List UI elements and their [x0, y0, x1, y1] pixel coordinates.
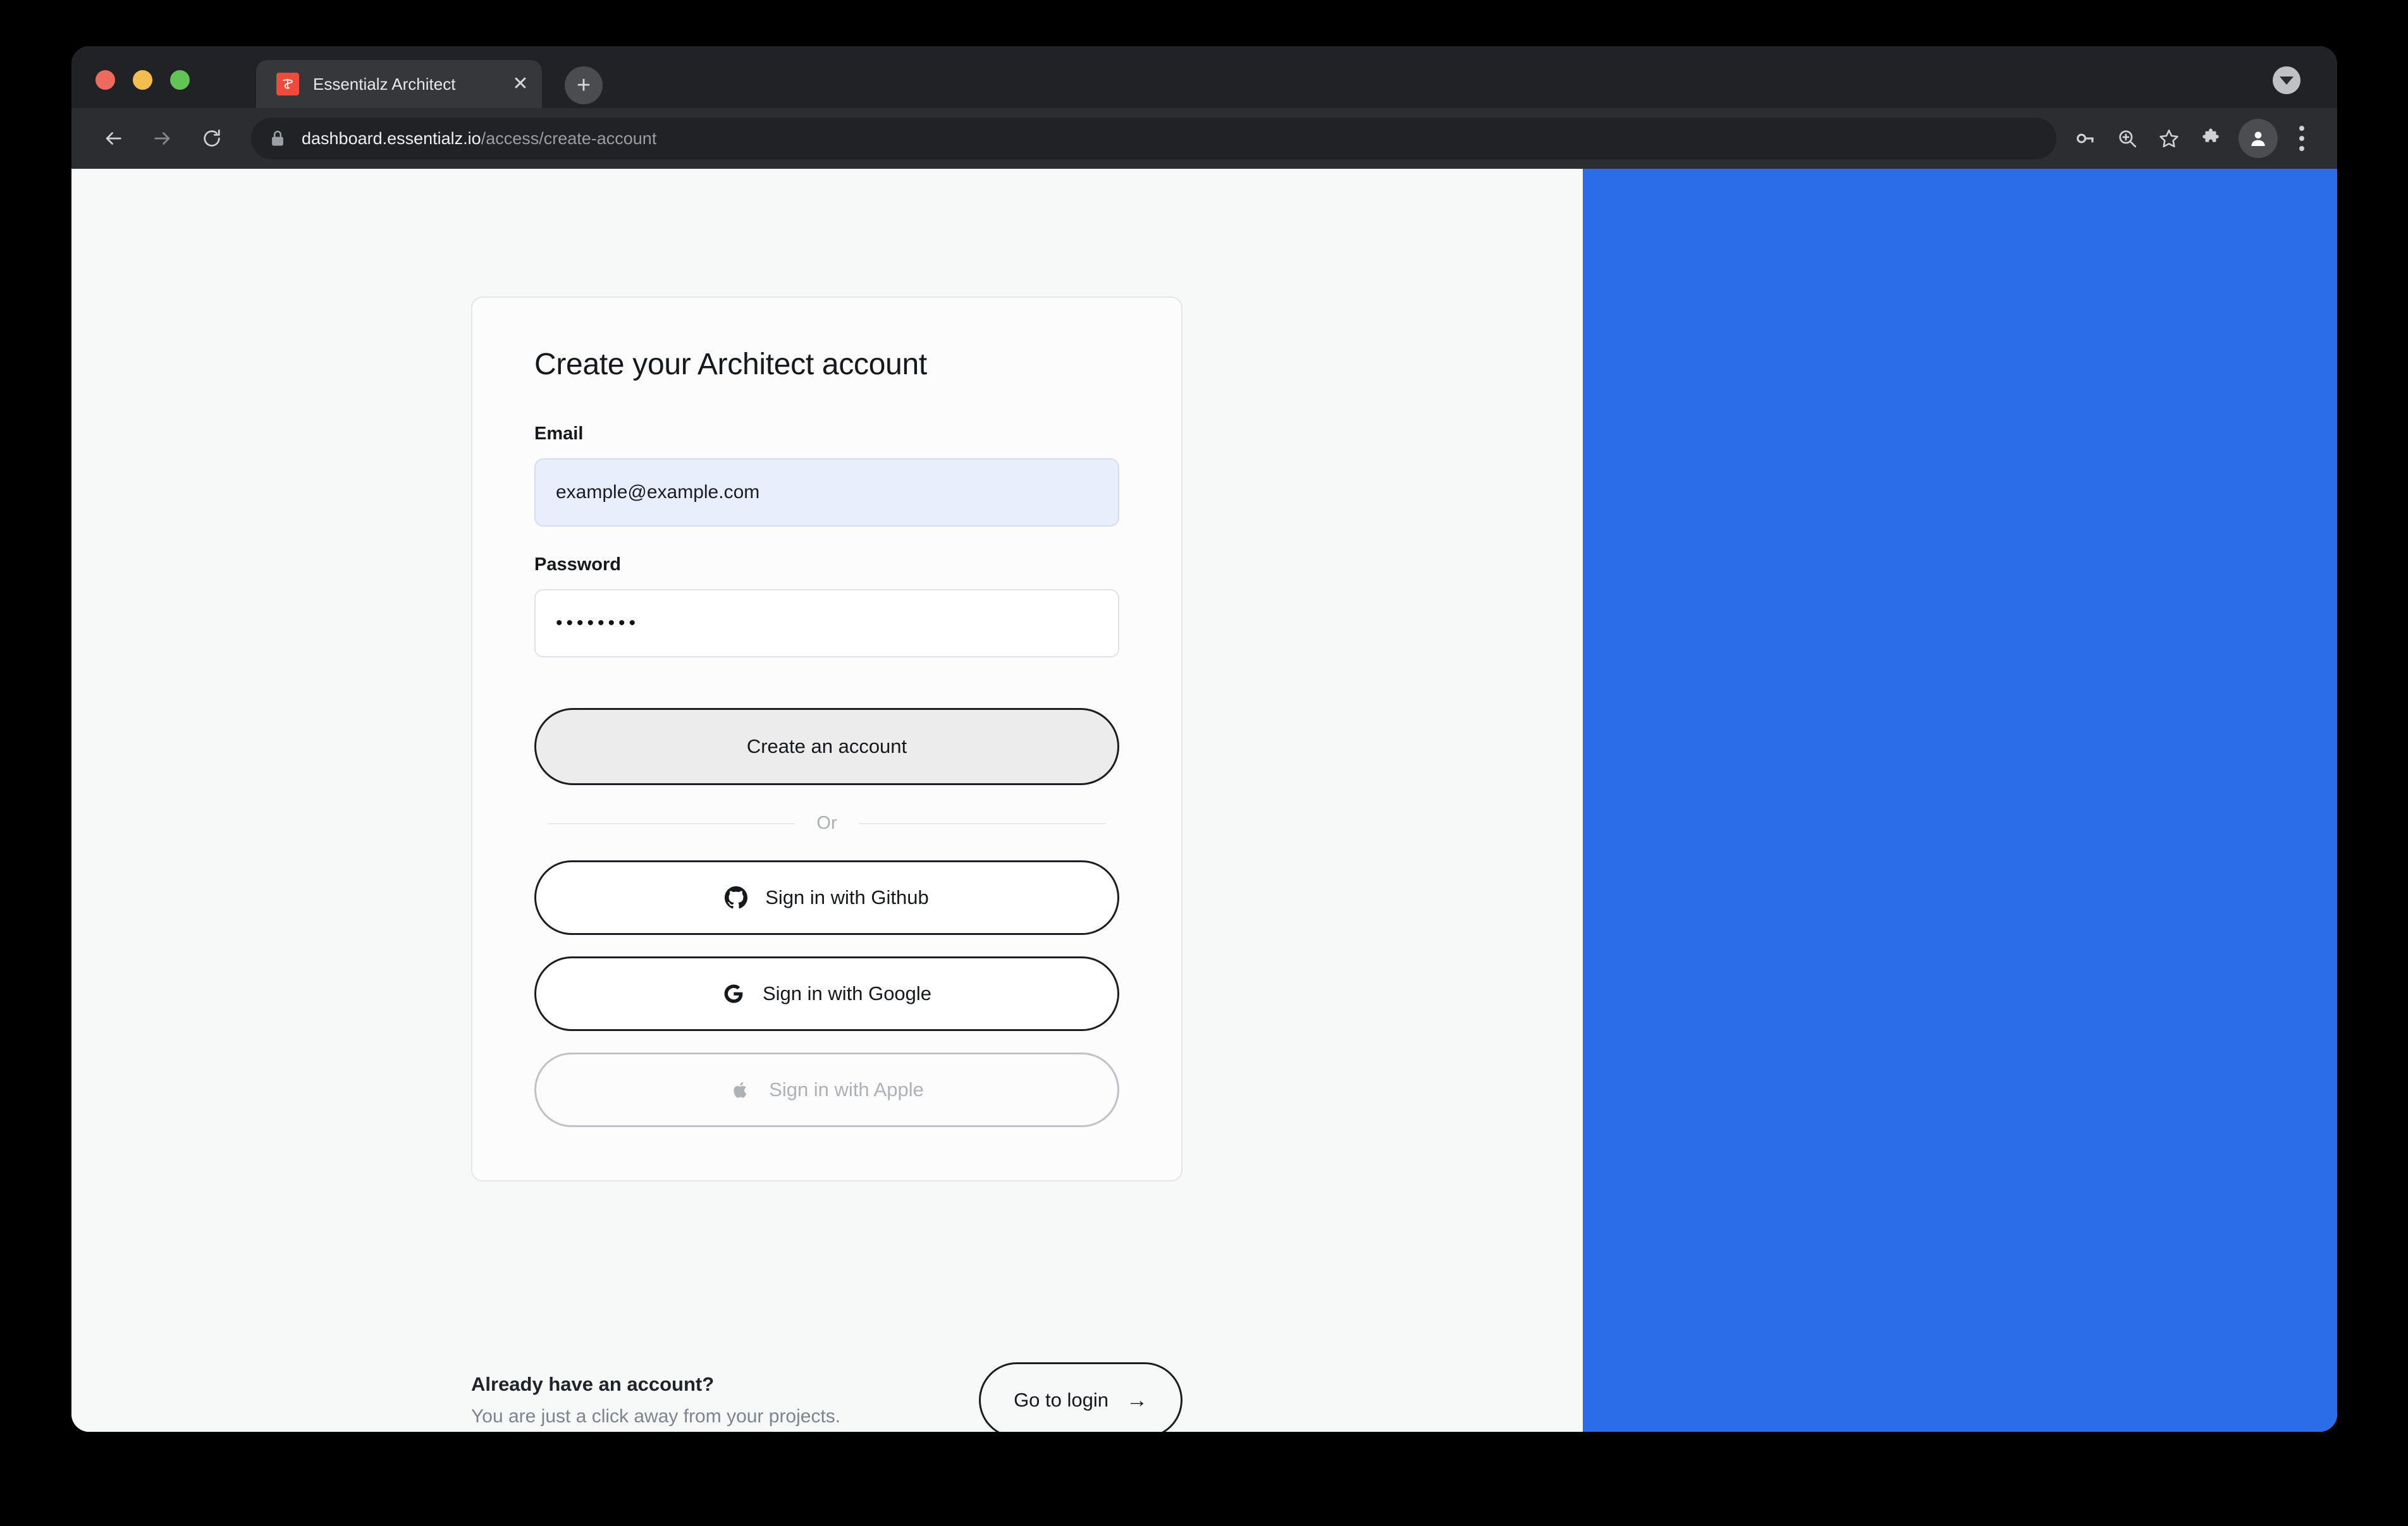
create-account-card: Create your Architect account Email exam…	[471, 296, 1182, 1181]
sign-in-apple-label: Sign in with Apple	[769, 1078, 924, 1101]
maximize-window-button[interactable]	[170, 70, 190, 90]
password-field-group: Password ••••••••	[534, 554, 1119, 657]
tab-strip: Essentialz Architect ✕ +	[71, 46, 2337, 108]
tab-search-button[interactable]	[2273, 66, 2300, 94]
sign-in-google-label: Sign in with Google	[763, 982, 931, 1005]
sign-in-apple-button[interactable]: Sign in with Apple	[534, 1053, 1119, 1127]
github-icon	[725, 886, 747, 909]
address-bar-url: dashboard.essentialz.io/access/create-ac…	[302, 129, 656, 149]
address-bar[interactable]: dashboard.essentialz.io/access/create-ac…	[251, 118, 2056, 159]
email-input[interactable]: example@example.com	[534, 458, 1119, 527]
forward-button[interactable]	[142, 118, 183, 159]
google-icon	[722, 982, 745, 1005]
auth-panel: Create your Architect account Email exam…	[71, 169, 1583, 1432]
essentialz-favicon	[276, 73, 299, 95]
key-icon[interactable]	[2067, 119, 2104, 157]
tab-title: Essentialz Architect	[313, 75, 507, 94]
divider: Or	[548, 813, 1105, 834]
close-tab-button[interactable]: ✕	[507, 70, 534, 98]
window-traffic-lights	[95, 70, 190, 90]
login-cta-title: Already have an account?	[471, 1373, 979, 1396]
apple-icon	[730, 1079, 751, 1101]
zoom-in-icon[interactable]	[2108, 119, 2146, 157]
extensions-puzzle-icon[interactable]	[2192, 119, 2230, 157]
browser-toolbar: dashboard.essentialz.io/access/create-ac…	[71, 108, 2337, 169]
kebab-dot	[2299, 126, 2304, 131]
browser-tab[interactable]: Essentialz Architect ✕	[256, 60, 542, 108]
browser-window: Essentialz Architect ✕ +	[71, 46, 2337, 1432]
new-tab-button[interactable]: +	[565, 66, 603, 104]
sign-in-github-label: Sign in with Github	[765, 886, 928, 909]
chevron-down-icon	[2280, 76, 2294, 85]
url-path: /access/create-account	[481, 129, 657, 148]
page-viewport: Create your Architect account Email exam…	[71, 169, 2337, 1432]
bookmark-star-icon[interactable]	[2150, 119, 2188, 157]
email-field-group: Email example@example.com	[534, 424, 1119, 527]
login-cta-text: Already have an account? You are just a …	[471, 1373, 979, 1427]
more-menu-icon[interactable]	[2284, 119, 2319, 158]
go-to-login-label: Go to login	[1014, 1389, 1109, 1412]
sign-in-google-button[interactable]: Sign in with Google	[534, 956, 1119, 1031]
back-button[interactable]	[93, 118, 133, 159]
password-input[interactable]: ••••••••	[534, 589, 1119, 657]
password-masked-value: ••••••••	[556, 613, 639, 634]
divider-line-left	[548, 823, 795, 824]
profile-avatar-icon[interactable]	[2239, 119, 2278, 158]
divider-label: Or	[795, 813, 858, 834]
arrow-right-icon: →	[1126, 1389, 1148, 1411]
reload-button[interactable]	[192, 118, 232, 159]
go-to-login-button[interactable]: Go to login →	[979, 1362, 1182, 1432]
close-window-button[interactable]	[95, 70, 115, 90]
lock-icon	[270, 130, 285, 147]
email-label: Email	[534, 424, 1119, 444]
divider-line-right	[859, 823, 1105, 824]
login-cta-section: Already have an account? You are just a …	[471, 1362, 1182, 1432]
decorative-blue-panel	[1583, 169, 2337, 1432]
password-label: Password	[534, 554, 1119, 575]
kebab-dot	[2299, 146, 2304, 151]
url-domain: dashboard.essentialz.io	[302, 129, 481, 148]
login-cta-subtitle: You are just a click away from your proj…	[471, 1406, 979, 1427]
minimize-window-button[interactable]	[133, 70, 152, 90]
sign-in-github-button[interactable]: Sign in with Github	[534, 860, 1119, 935]
create-account-button[interactable]: Create an account	[534, 708, 1119, 785]
page-title: Create your Architect account	[534, 347, 1119, 382]
kebab-dot	[2299, 136, 2304, 141]
